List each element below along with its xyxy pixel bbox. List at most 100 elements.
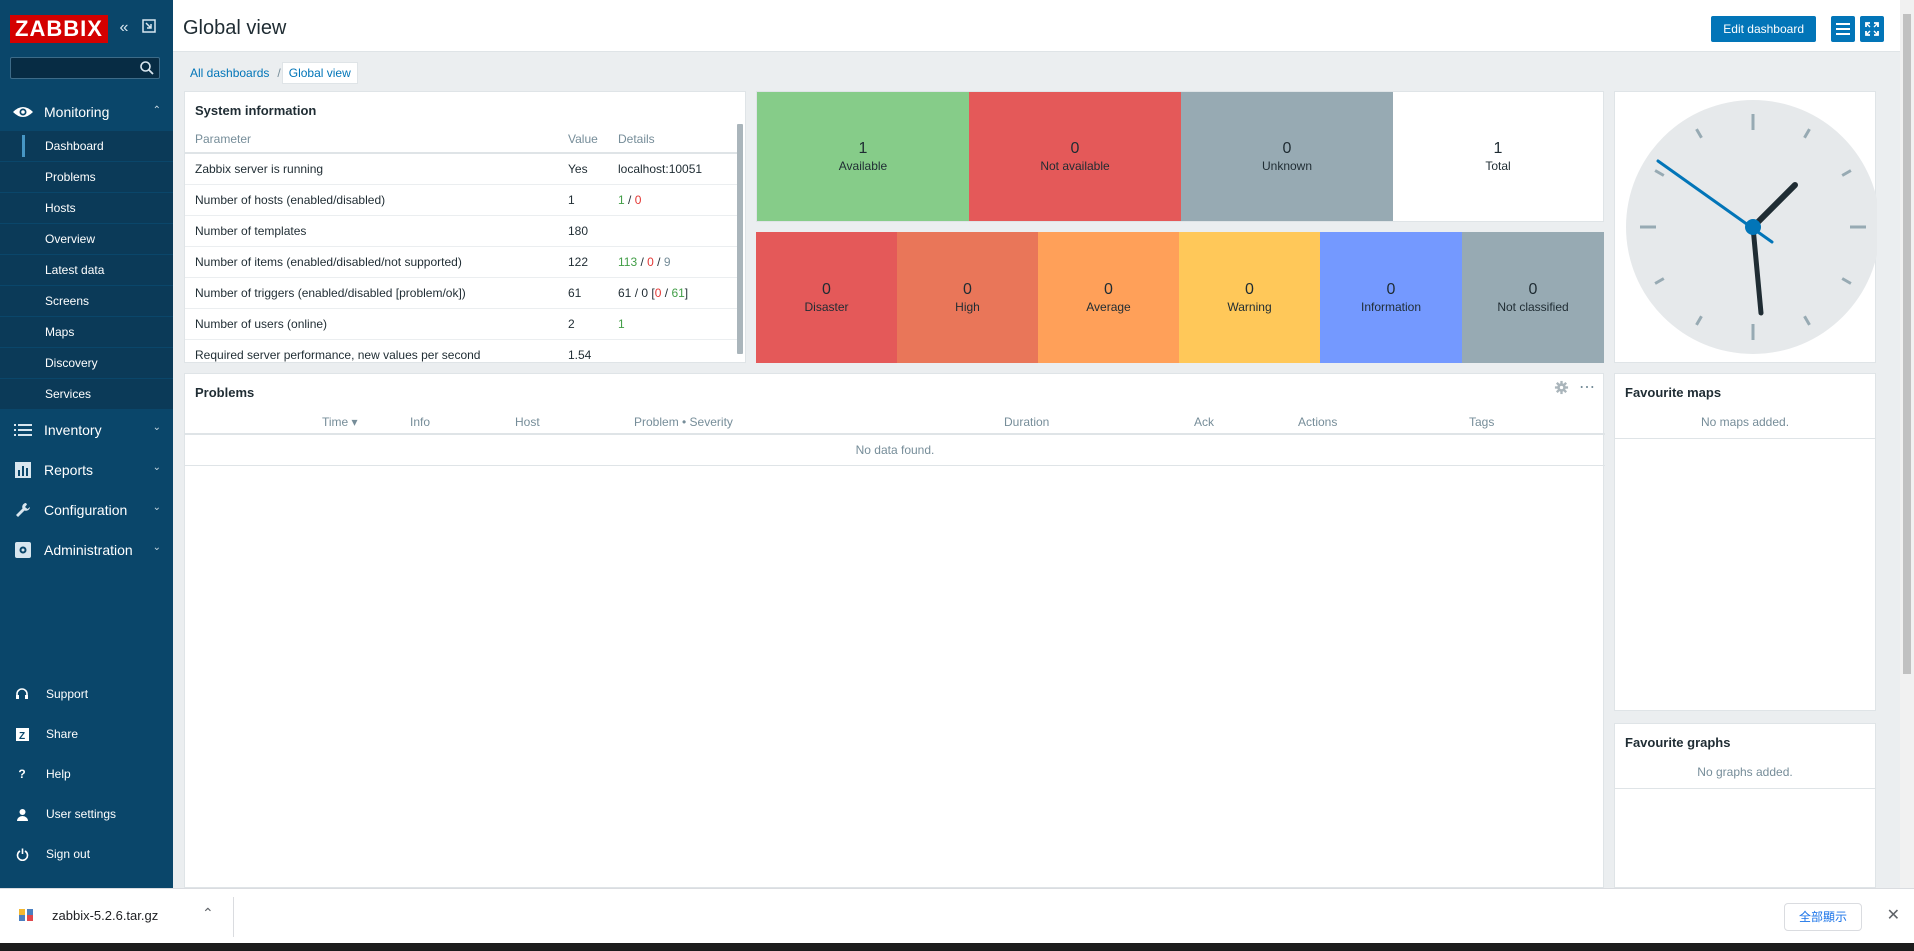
tile-label: Unknown [1261, 158, 1313, 173]
table-row: Number of items (enabled/disabled/not su… [185, 246, 740, 278]
system-information-table: Parameter Value Details Zabbix server is… [185, 125, 740, 362]
menu-reports[interactable]: Reports ⌄ [0, 450, 173, 490]
monitoring-submenu: Dashboard Problems Hosts Overview Latest… [0, 131, 173, 410]
problems-table-header: Time ▾ Info Host Problem • Severity Dura… [185, 407, 1605, 435]
chevron-up-icon: ⌃ [152, 105, 161, 116]
no-maps-message: No maps added. [1615, 407, 1875, 439]
tile-total[interactable]: 1 Total [1393, 92, 1603, 221]
column-tags: Tags [1469, 415, 1495, 429]
search-input[interactable] [11, 58, 131, 78]
column-parameter: Parameter [185, 125, 558, 154]
breadcrumb-global-view[interactable]: Global view [281, 62, 358, 84]
dashboard-menu-button[interactable] [1831, 16, 1855, 42]
table-row: Zabbix server is running Yes localhost:1… [185, 153, 740, 185]
param-cell: Number of hosts (enabled/disabled) [185, 184, 558, 216]
sidebar-item-hosts[interactable]: Hosts [0, 193, 173, 224]
menu-administration[interactable]: Administration ⌄ [0, 530, 173, 570]
help-link[interactable]: ? Help [0, 754, 173, 794]
support-link[interactable]: Support [0, 674, 173, 714]
sidebar-item-services[interactable]: Services [0, 379, 173, 410]
show-all-downloads-button[interactable]: 全部顯示 [1783, 903, 1862, 931]
sign-out-link[interactable]: Sign out [0, 834, 173, 874]
chevron-down-icon: ⌄ [152, 502, 161, 513]
menu-icon [1836, 23, 1850, 35]
download-bar: zabbix-5.2.6.tar.gz ⌃ 全部顯示 ✕ [0, 888, 1914, 943]
sidebar-item-screens[interactable]: Screens [0, 286, 173, 317]
details-ok: 61 [671, 285, 685, 300]
chevron-up-icon[interactable]: ⌃ [202, 905, 214, 922]
tile-count: 0 [1386, 280, 1396, 298]
search-icon[interactable] [139, 60, 155, 76]
problems-title: Problems [195, 385, 255, 400]
tile-average[interactable]: 0 Average [1038, 232, 1179, 363]
widget-scrollbar[interactable] [737, 124, 743, 354]
value-cell: 1.54 [558, 339, 608, 362]
menu-administration-label: Administration [44, 542, 133, 558]
zabbix-logo[interactable]: ZABBIX [10, 14, 108, 43]
admin-gear-icon [12, 541, 34, 559]
tile-not-classified[interactable]: 0 Not classified [1462, 232, 1604, 363]
details-cell: 113 / 0 / 9 [608, 246, 740, 278]
sidebar-item-discovery[interactable]: Discovery [0, 348, 173, 379]
favourite-maps-widget: Favourite maps No maps added. [1614, 373, 1876, 711]
menu-inventory[interactable]: Inventory ⌄ [0, 410, 173, 450]
close-icon[interactable]: ✕ [1887, 905, 1900, 925]
column-time[interactable]: Time ▾ [322, 415, 358, 429]
wrench-icon [12, 501, 34, 519]
sidebar-item-dashboard[interactable]: Dashboard [0, 131, 173, 162]
page-scrollbar[interactable] [1900, 0, 1914, 888]
kiosk-mode-button[interactable] [1860, 16, 1884, 42]
tile-high[interactable]: 0 High [897, 232, 1038, 363]
details-online: 1 [618, 316, 625, 331]
download-divider [233, 897, 234, 937]
edit-dashboard-button[interactable]: Edit dashboard [1711, 16, 1816, 42]
breadcrumb-all-dashboards[interactable]: All dashboards [183, 63, 276, 83]
hide-sidebar-icon[interactable] [140, 19, 158, 37]
sign-out-label: Sign out [46, 847, 91, 861]
menu-monitoring[interactable]: Monitoring ⌃ [0, 93, 173, 131]
page-header: Global view Edit dashboard [173, 0, 1904, 52]
tile-disaster[interactable]: 0 Disaster [756, 232, 897, 363]
param-cell: Required server performance, new values … [185, 339, 558, 362]
help-icon: ? [18, 767, 26, 781]
param-cell: Number of users (online) [185, 308, 558, 340]
clock-center [1745, 219, 1761, 235]
sidebar-item-overview[interactable]: Overview [0, 224, 173, 255]
collapse-sidebar-icon[interactable]: « [115, 19, 133, 37]
scrollbar-thumb[interactable] [1903, 14, 1911, 674]
share-label: Share [46, 727, 79, 741]
user-settings-link[interactable]: User settings [0, 794, 173, 834]
bottom-menu: Support Z Share ? Help User settings Sig… [0, 674, 173, 874]
tile-count: 0 [822, 280, 831, 298]
tile-unknown[interactable]: 0 Unknown [1181, 92, 1393, 221]
menu-configuration[interactable]: Configuration ⌄ [0, 490, 173, 530]
tile-count: 1 [1493, 139, 1503, 157]
share-icon: Z [14, 726, 30, 742]
menu-inventory-label: Inventory [44, 422, 102, 438]
column-actions: Actions [1298, 415, 1338, 429]
column-problem-severity: Problem • Severity [634, 415, 733, 429]
value-cell: 2 [558, 308, 608, 340]
sidebar-item-problems[interactable]: Problems [0, 162, 173, 193]
page-title: Global view [183, 17, 287, 39]
more-options-icon[interactable]: ⋯ [1579, 377, 1595, 397]
problems-table: Time ▾ Info Host Problem • Severity Dura… [185, 407, 1605, 466]
tile-available[interactable]: 1 Available [757, 92, 969, 221]
tile-information[interactable]: 0 Information [1320, 232, 1462, 363]
sidebar-item-maps[interactable]: Maps [0, 317, 173, 348]
gear-icon[interactable] [1554, 380, 1569, 398]
details-cell: localhost:10051 [608, 153, 740, 185]
column-host: Host [515, 415, 540, 429]
tile-label: High [955, 299, 980, 314]
tile-label: Warning [1227, 299, 1272, 314]
tile-not-available[interactable]: 0 Not available [969, 92, 1181, 221]
details-disabled: 0 [634, 192, 642, 207]
clock-widget [1614, 91, 1880, 363]
download-item[interactable]: zabbix-5.2.6.tar.gz [18, 907, 158, 923]
tile-warning[interactable]: 0 Warning [1179, 232, 1320, 363]
sidebar-item-latest-data[interactable]: Latest data [0, 255, 173, 286]
search-box [10, 57, 160, 79]
menu-configuration-label: Configuration [44, 502, 128, 518]
breadcrumb: All dashboards / Global view [183, 62, 358, 84]
share-link[interactable]: Z Share [0, 714, 173, 754]
